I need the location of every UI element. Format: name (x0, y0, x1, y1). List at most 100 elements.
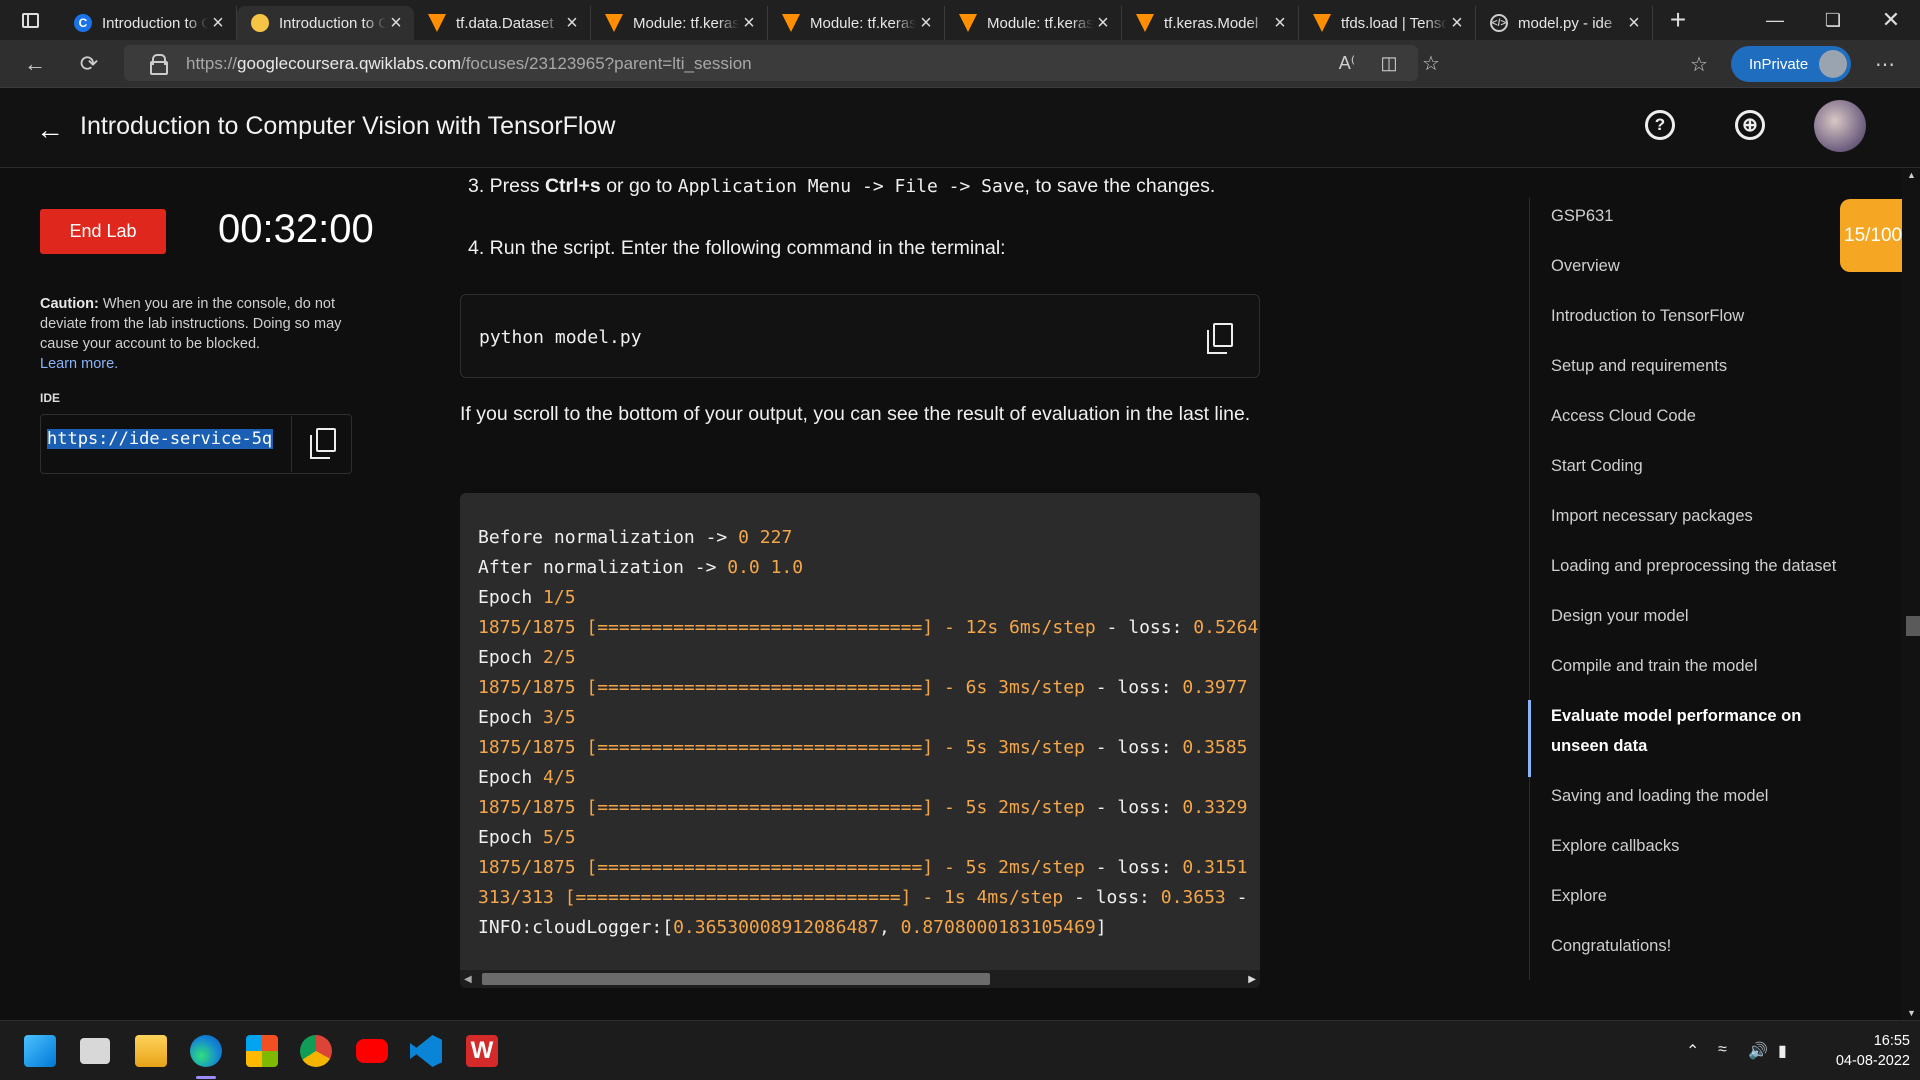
output-line: 313/313 [==============================]… (478, 883, 1260, 913)
system-clock[interactable]: 16:55 04-08-2022 (1810, 1031, 1910, 1071)
volume-icon[interactable]: 🔊 (1748, 1041, 1768, 1061)
scroll-down-icon[interactable]: ▼ (1907, 1008, 1916, 1018)
favorites-icon[interactable]: ☆ (1684, 49, 1714, 79)
toc-item[interactable]: Saving and loading the model (1551, 781, 1861, 811)
refresh-icon[interactable]: ⟳ (74, 49, 104, 79)
file-explorer-icon[interactable] (135, 1035, 167, 1067)
output-line: Epoch 3/5 (478, 703, 1260, 733)
new-tab-button[interactable]: + (1653, 4, 1703, 36)
browser-tab[interactable]: tf.keras.Model × (1122, 6, 1299, 40)
toc-item[interactable]: Explore (1551, 881, 1861, 911)
wps-icon[interactable]: W (466, 1035, 498, 1067)
user-avatar[interactable] (1814, 100, 1866, 152)
close-tab-icon[interactable]: × (916, 12, 936, 35)
url-text[interactable]: https://googlecoursera.qwiklabs.com/focu… (186, 54, 752, 74)
vscode-icon[interactable] (410, 1035, 442, 1067)
copy-ide-url-button[interactable] (291, 416, 351, 472)
close-window-icon[interactable]: ✕ (1862, 0, 1920, 40)
toc-item[interactable]: Start Coding (1551, 451, 1861, 481)
close-tab-icon[interactable]: × (1624, 12, 1644, 35)
horizontal-scrollbar-thumb[interactable] (482, 973, 990, 985)
vertical-scrollbar[interactable]: ▲ ▼ (1902, 168, 1920, 1020)
app-available-icon[interactable]: ◫ (1374, 48, 1404, 78)
browser-tab[interactable]: Module: tf.keras × (591, 6, 768, 40)
end-lab-button[interactable]: End Lab (40, 209, 166, 254)
copy-command-icon[interactable] (1207, 323, 1233, 354)
browser-tab[interactable]: Introduction to Computer Vision× (237, 6, 414, 40)
output-line: Epoch 5/5 (478, 823, 1260, 853)
toc-item[interactable]: Compile and train the model (1551, 651, 1861, 681)
browser-tab[interactable]: Module: tf.keras × (768, 6, 945, 40)
toc-item[interactable]: Evaluate model performance on unseen dat… (1551, 701, 1861, 761)
battery-icon[interactable]: ▮ (1778, 1041, 1787, 1061)
browser-tab[interactable]: tfds.load | TensorFlow× (1299, 6, 1476, 40)
show-hidden-icons-icon[interactable]: ⌃ (1686, 1041, 1699, 1061)
horizontal-scrollbar[interactable]: ◀ ▶ (460, 970, 1260, 988)
vertical-scrollbar-thumb[interactable] (1906, 616, 1920, 636)
more-options-icon[interactable]: ⋯ (1870, 49, 1900, 79)
toc-item[interactable]: Setup and requirements (1551, 351, 1861, 381)
task-view-icon[interactable] (80, 1038, 110, 1064)
back-arrow-icon[interactable]: ← (36, 114, 64, 146)
minimize-icon[interactable]: — (1746, 0, 1804, 40)
browser-toolbar: ← ⟳ https://googlecoursera.qwiklabs.com/… (0, 40, 1920, 88)
copy-icon (310, 428, 336, 459)
toc-item[interactable]: Design your model (1551, 601, 1861, 631)
close-tab-icon[interactable]: × (1447, 12, 1467, 35)
output-segment: 0.5264 (1193, 617, 1259, 638)
toc-item[interactable]: Explore callbacks (1551, 831, 1861, 861)
scroll-left-icon[interactable]: ◀ (464, 974, 472, 985)
coursera-icon: C (74, 14, 92, 32)
language-globe-icon[interactable]: ⊕ (1735, 110, 1765, 140)
output-segment: 1875/1875 [=============================… (478, 857, 1085, 878)
help-icon[interactable]: ? (1645, 110, 1675, 140)
add-favorite-icon[interactable]: ☆ (1416, 48, 1446, 78)
browser-tab[interactable]: </> model.py - ide × (1476, 6, 1653, 40)
tab-actions-menu-icon[interactable] (0, 0, 60, 40)
close-tab-icon[interactable]: × (1093, 12, 1113, 35)
close-tab-icon[interactable]: × (208, 12, 228, 35)
tab-title: Introduction to Computer Vision (279, 14, 386, 32)
output-segment: - s (1247, 857, 1260, 878)
wifi-icon[interactable]: ≈ (1718, 1041, 1727, 1059)
toc-divider (1529, 198, 1530, 980)
edge-icon[interactable] (190, 1035, 222, 1067)
scroll-right-icon[interactable]: ▶ (1248, 974, 1256, 985)
toc-item[interactable]: Access Cloud Code (1551, 401, 1861, 431)
inprivate-button[interactable]: InPrivate (1731, 46, 1851, 82)
learn-more-link[interactable]: Learn more. (40, 356, 118, 372)
output-segment: 0 227 (738, 527, 793, 548)
restore-icon[interactable]: ❏ (1804, 0, 1862, 40)
toc-item[interactable]: Import necessary packages (1551, 501, 1861, 531)
close-tab-icon[interactable]: × (562, 12, 582, 35)
store-icon[interactable] (246, 1035, 278, 1067)
toc-item[interactable]: Overview (1551, 251, 1861, 281)
tab-title: tf.data.Dataset (456, 14, 554, 32)
command-block: python model.py (460, 294, 1260, 378)
scroll-up-icon[interactable]: ▲ (1907, 170, 1916, 180)
toc-item[interactable]: GSP631 (1551, 201, 1861, 231)
output-segment: 0.3329 (1182, 797, 1248, 818)
windows-start-icon[interactable] (24, 1035, 56, 1067)
command-text[interactable]: python model.py (479, 327, 642, 348)
tab-title: Module: tf.keras (633, 14, 739, 32)
close-tab-icon[interactable]: × (739, 12, 759, 35)
ide-icon: </> (1490, 14, 1508, 32)
close-tab-icon[interactable]: × (386, 12, 406, 35)
toc-item[interactable]: Congratulations! (1551, 931, 1861, 961)
output-segment: Epoch (478, 707, 544, 728)
browser-tab[interactable]: C Introduction to Computer Vision× (60, 6, 237, 40)
toc-item[interactable]: Introduction to TensorFlow (1551, 301, 1861, 331)
toc-item[interactable]: Loading and preprocessing the dataset (1551, 551, 1861, 581)
browser-tab[interactable]: tf.data.Dataset × (414, 6, 591, 40)
chrome-icon[interactable] (300, 1035, 332, 1067)
close-tab-icon[interactable]: × (1270, 12, 1290, 35)
output-segment: - s (1247, 737, 1260, 758)
address-bar[interactable]: https://googlecoursera.qwiklabs.com/focu… (124, 45, 1440, 81)
back-arrow-icon[interactable]: ← (20, 49, 50, 79)
lab-header: ← Introduction to Computer Vision with T… (0, 88, 1920, 168)
browser-tab[interactable]: Module: tf.keras × (945, 6, 1122, 40)
read-aloud-icon[interactable]: A⁽ (1332, 48, 1362, 78)
youtube-icon[interactable] (356, 1039, 388, 1063)
ide-url-input[interactable]: https://ide-service-5qc (47, 429, 273, 455)
